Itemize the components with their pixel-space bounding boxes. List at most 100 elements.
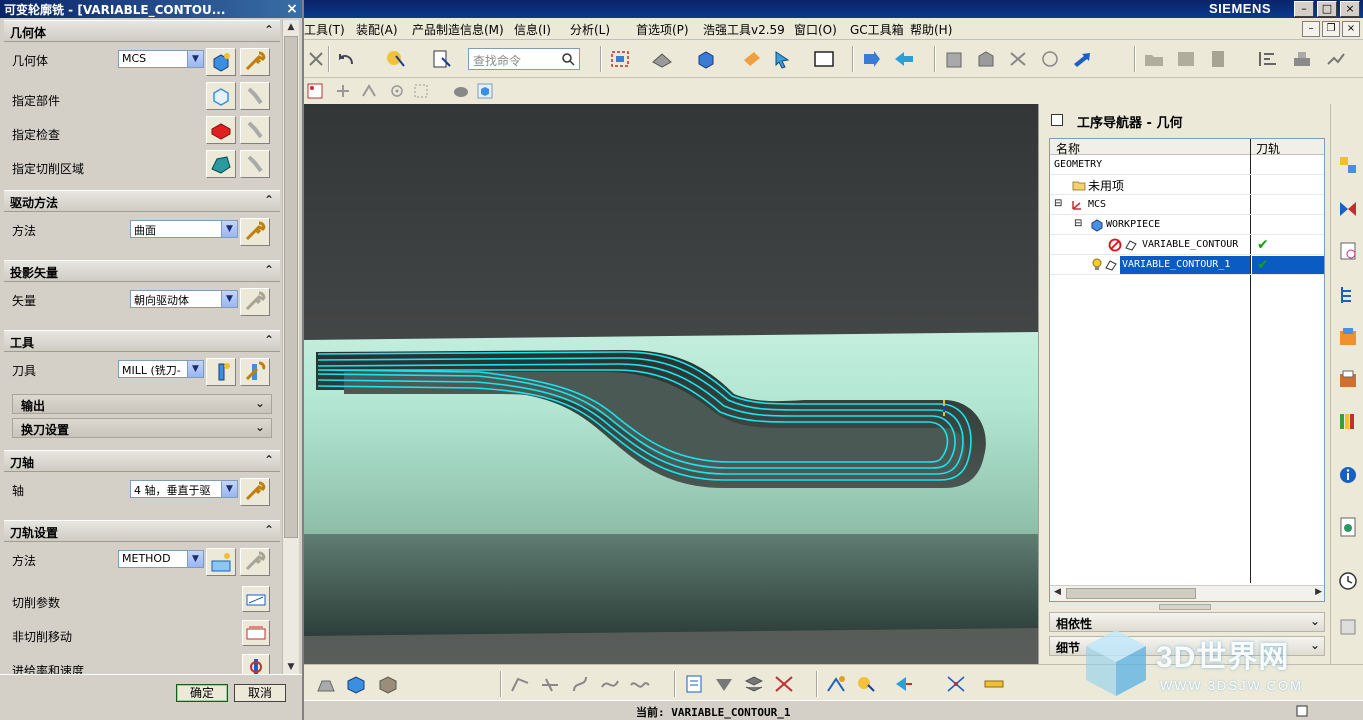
menu-analysis[interactable]: 分析(L) — [570, 21, 610, 38]
measure-icon[interactable] — [1038, 48, 1062, 70]
edit-tool-button[interactable] — [240, 358, 270, 386]
menu-preferences[interactable]: 首选项(P) — [636, 21, 689, 38]
cam-setup-icon[interactable] — [1290, 48, 1314, 70]
section-path-settings-header[interactable]: 刀轨设置 ⌃ — [4, 520, 280, 542]
doc-minimize-button[interactable]: – — [1302, 21, 1320, 37]
chevron-up-icon[interactable]: ⌃ — [264, 193, 274, 207]
fit-view-icon[interactable] — [608, 48, 632, 70]
graphics-window[interactable] — [304, 104, 1038, 664]
tree-row-variable-contour[interactable]: VARIABLE_CONTOUR ✔ — [1050, 235, 1324, 255]
history-clock-icon[interactable] — [1337, 570, 1359, 592]
section-geometry-header[interactable]: 几何体 ⌃ — [4, 20, 280, 42]
scroll-thumb[interactable] — [284, 36, 298, 538]
scroll-thumb[interactable] — [1066, 588, 1196, 599]
view-orientation-icon[interactable] — [694, 48, 718, 70]
tool-path-icon[interactable] — [1324, 48, 1348, 70]
scroll-up-icon[interactable]: ▲ — [284, 20, 298, 34]
command-search-input[interactable]: 查找命令 — [468, 48, 580, 70]
create-program-icon[interactable] — [682, 673, 706, 695]
minimize-button[interactable]: – — [1294, 1, 1314, 17]
dialog-title-bar[interactable]: 可变轮廓铣 - [VARIABLE_CONTOU... × — [0, 0, 302, 18]
generate-toolpath-icon[interactable] — [824, 673, 848, 695]
tree-row-variable-contour-1[interactable]: VARIABLE_CONTOUR_1 ✔ — [1050, 255, 1324, 275]
feeds-speeds-button[interactable] — [242, 654, 270, 674]
spline-icon[interactable] — [568, 673, 592, 695]
transform-icon[interactable] — [892, 48, 916, 70]
navigator-tree[interactable]: 名称 刀轨 GEOMETRY 未用项 ⊟ MCS ⊟ WORKPIECE VAR… — [1049, 138, 1325, 602]
layers-icon[interactable] — [1206, 48, 1230, 70]
tree-row-mcs[interactable]: ⊟ MCS — [1050, 195, 1324, 215]
collapse-icon[interactable]: ⊟ — [1074, 218, 1082, 229]
move-component-icon[interactable] — [860, 48, 884, 70]
pane-splitter[interactable] — [1159, 604, 1211, 610]
machine-tool-navigator-icon[interactable] — [1337, 326, 1359, 348]
open-folder-icon[interactable] — [1142, 48, 1166, 70]
show-cut-area-button[interactable] — [240, 150, 270, 178]
chevron-down-icon[interactable]: ▼ — [187, 551, 203, 567]
close-app-button[interactable]: × — [1340, 1, 1360, 17]
create-method-icon[interactable] — [772, 673, 796, 695]
search-icon[interactable] — [561, 52, 575, 66]
axis-transform-icon[interactable] — [944, 673, 968, 695]
edit-geometry-button[interactable] — [240, 48, 270, 76]
edit-projection-button[interactable] — [240, 288, 270, 316]
info-object-icon[interactable] — [430, 48, 454, 70]
menu-haoqiang-tools[interactable]: 浩强工具v2.59 — [703, 21, 785, 38]
dialog-close-button[interactable]: × — [284, 1, 300, 17]
document-icon[interactable] — [1337, 516, 1359, 538]
reuse-library-icon[interactable] — [1337, 368, 1359, 390]
chevron-down-icon[interactable]: ▼ — [221, 221, 237, 237]
new-geometry-button[interactable] — [206, 48, 236, 76]
create-tool-icon[interactable] — [712, 673, 736, 695]
feature-block-icon[interactable] — [942, 48, 966, 70]
tool-select[interactable]: MILL (铣刀- ▼ — [118, 360, 204, 378]
chevron-down-icon[interactable]: ⌄ — [255, 420, 265, 434]
subsection-output[interactable]: 输出 ⌄ — [12, 394, 272, 414]
align-icon[interactable] — [1256, 48, 1280, 70]
save-icon[interactable] — [1174, 48, 1198, 70]
collapse-icon[interactable]: ⊟ — [1054, 198, 1062, 209]
show-part-button[interactable] — [240, 82, 270, 110]
wave-curve-icon[interactable] — [628, 673, 652, 695]
verify-toolpath-icon[interactable] — [854, 673, 878, 695]
menu-pmi[interactable]: 产品制造信息(M) — [412, 21, 504, 38]
fixture-icon[interactable] — [314, 673, 338, 695]
doc-close-button[interactable]: × — [1342, 21, 1360, 37]
curve-icon[interactable] — [508, 673, 532, 695]
menu-assembly[interactable]: 装配(A) — [356, 21, 398, 38]
scroll-left-icon[interactable]: ◀ — [1054, 587, 1061, 597]
select-check-button[interactable] — [206, 116, 236, 144]
chevron-down-icon[interactable]: ▼ — [221, 291, 237, 307]
snap-point-icon[interactable] — [334, 82, 352, 100]
tree-row-workpiece[interactable]: ⊟ WORKPIECE — [1050, 215, 1324, 235]
workpiece-box-icon[interactable] — [344, 673, 368, 695]
tool-axis-select[interactable]: 4 轴，垂直于驱 ▼ — [130, 480, 238, 498]
tree-row-geometry[interactable]: GEOMETRY — [1050, 155, 1324, 175]
snap-curve-icon[interactable] — [360, 82, 378, 100]
new-tool-button[interactable] — [206, 358, 236, 386]
cut-params-button[interactable] — [242, 586, 270, 612]
menu-info[interactable]: 信息(I) — [514, 21, 551, 38]
section-tool-axis-header[interactable]: 刀轴 ⌃ — [4, 450, 280, 472]
scroll-right-icon[interactable]: ▶ — [1315, 587, 1322, 597]
trim-icon[interactable] — [1006, 48, 1030, 70]
select-filter-icon[interactable] — [384, 48, 408, 70]
chevron-up-icon[interactable]: ⌃ — [264, 333, 274, 347]
chevron-up-icon[interactable]: ⌃ — [264, 263, 274, 277]
menu-gc-toolbox[interactable]: GC工具箱 — [850, 21, 904, 38]
box-select-icon[interactable] — [412, 82, 430, 100]
part-navigator-icon[interactable] — [1337, 240, 1359, 262]
non-cut-moves-button[interactable] — [242, 620, 270, 646]
section-projection-header[interactable]: 投影矢量 ⌃ — [4, 260, 280, 282]
doc-restore-button[interactable]: ❐ — [1322, 21, 1340, 37]
workpiece-view-icon[interactable] — [476, 82, 494, 100]
shaded-icon[interactable] — [452, 82, 470, 100]
chevron-up-icon[interactable]: ⌃ — [264, 523, 274, 537]
chevron-up-icon[interactable]: ⌃ — [264, 23, 274, 37]
menu-window[interactable]: 窗口(O) — [794, 21, 837, 38]
projection-vector-select[interactable]: 朝向驱动体 ▼ — [130, 290, 238, 308]
snap-center-icon[interactable] — [388, 82, 406, 100]
prt-open-icon[interactable] — [1070, 48, 1094, 70]
operation-navigator-icon[interactable] — [1337, 284, 1359, 306]
method-select[interactable]: METHOD ▼ — [118, 550, 204, 568]
